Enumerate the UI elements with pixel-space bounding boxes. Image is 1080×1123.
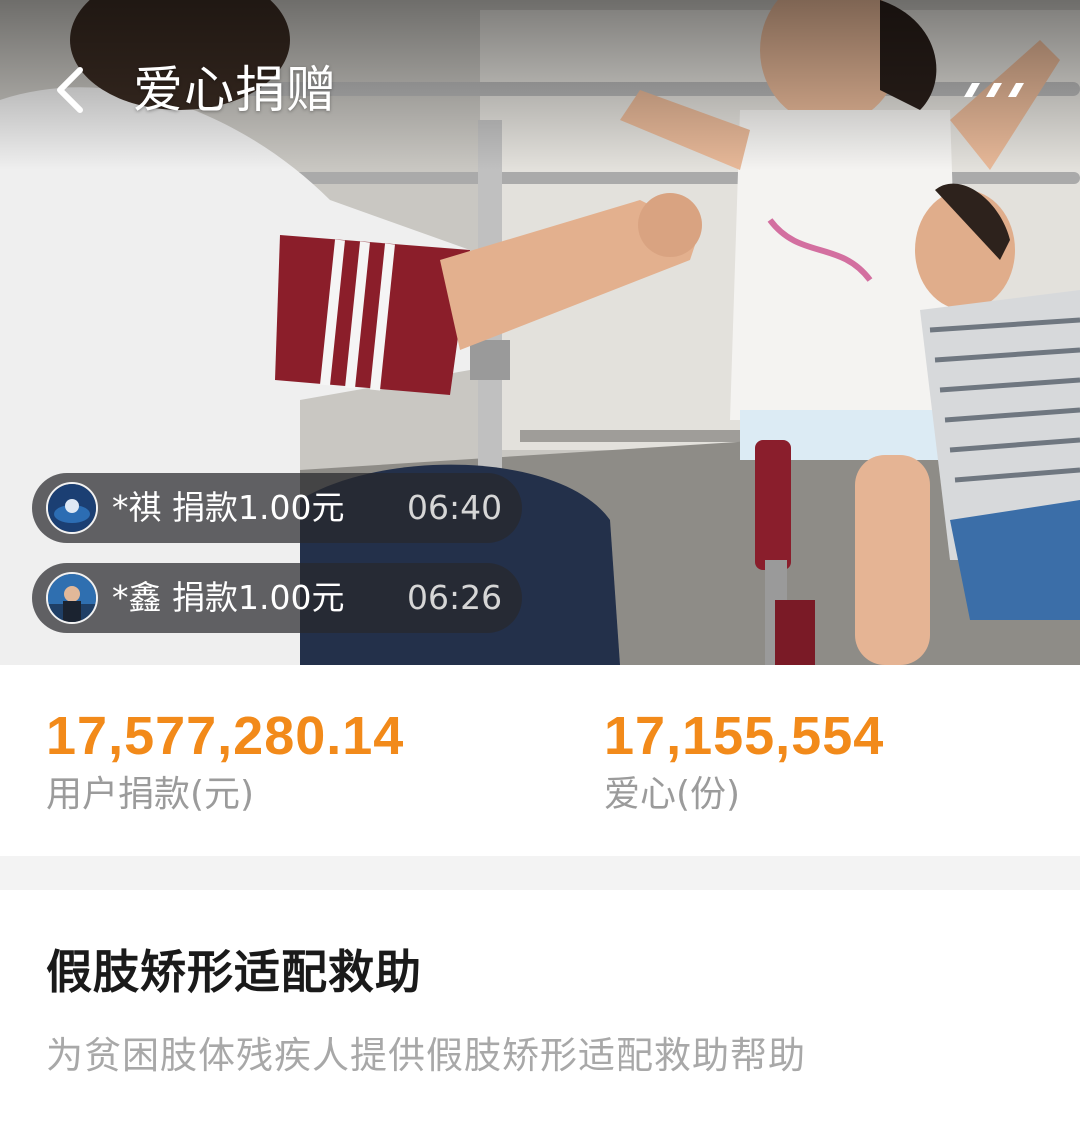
donation-time: 06:40 — [407, 488, 503, 527]
hearts-count-value: 17,155,554 — [604, 706, 885, 766]
project-description: 为贫困肢体残疾人提供假肢矫形适配救助帮助 — [46, 1034, 806, 1077]
donation-amount-value: 17,577,280.14 — [46, 706, 405, 766]
back-button[interactable] — [40, 60, 100, 120]
avatar — [46, 482, 98, 534]
hearts-count-label: 爱心(份) — [604, 774, 741, 815]
avatar — [46, 572, 98, 624]
donor-amount: *鑫 捐款1.00元 — [112, 578, 345, 617]
more-dots-icon — [964, 83, 1024, 97]
chevron-left-icon — [57, 67, 83, 113]
donation-toast: *祺 捐款1.00元 06:40 — [32, 473, 522, 543]
section-divider — [0, 856, 1080, 890]
more-button[interactable] — [950, 70, 1040, 110]
donor-amount: *祺 捐款1.00元 — [112, 488, 345, 527]
donation-amount-label: 用户捐款(元) — [46, 774, 255, 815]
donation-time: 06:26 — [407, 578, 503, 617]
page-title: 爱心捐赠 — [133, 61, 337, 119]
donation-toast: *鑫 捐款1.00元 06:26 — [32, 563, 522, 633]
project-title[interactable]: 假肢矫形适配救助 — [46, 940, 422, 1004]
donation-page: 爱心捐赠 *祺 捐款1.00元 06:40 *鑫 捐款1.00元 06:26 1… — [0, 0, 1080, 1123]
